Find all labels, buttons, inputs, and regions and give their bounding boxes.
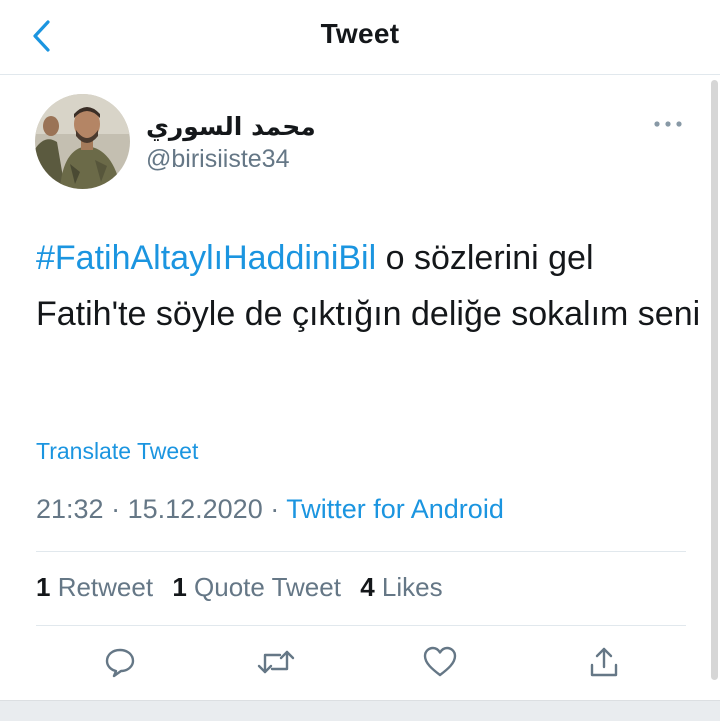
author-handle[interactable]: @birisiiste34 <box>146 145 289 174</box>
scrollbar[interactable] <box>711 80 718 680</box>
avatar[interactable] <box>35 94 130 189</box>
likes-stat[interactable]: 4 Likes <box>360 572 442 602</box>
divider <box>36 551 686 552</box>
likes-count: 4 <box>360 572 375 602</box>
retweet-icon <box>257 650 295 674</box>
reply-button[interactable] <box>96 632 144 692</box>
top-bar: Tweet <box>0 0 720 75</box>
more-options-button[interactable] <box>650 110 686 138</box>
retweets-stat[interactable]: 1 Retweet <box>36 572 153 602</box>
likes-label: Likes <box>374 572 443 602</box>
quotes-label: Quote Tweet <box>186 572 341 602</box>
retweet-button[interactable] <box>252 632 300 692</box>
tweet-source-link[interactable]: Twitter for Android <box>286 494 504 524</box>
share-button[interactable] <box>580 632 628 692</box>
tweet-stats: 1 Retweet 1 Quote Tweet 4 Likes <box>36 572 455 603</box>
bottom-strip <box>0 700 720 721</box>
meta-separator: · <box>103 494 128 524</box>
tweet-date: 15.12.2020 <box>127 494 263 524</box>
tweet-text: #FatihAltaylıHaddiniBil o sözlerini gel … <box>36 230 701 342</box>
retweets-count: 1 <box>36 572 51 602</box>
retweets-label: Retweet <box>50 572 154 602</box>
divider <box>36 625 686 626</box>
quotes-count: 1 <box>172 572 187 602</box>
action-bar <box>0 632 720 700</box>
meta-separator: · <box>262 494 287 524</box>
page-title: Tweet <box>320 18 400 49</box>
tweet-time: 21:32 <box>36 494 104 524</box>
tweet-meta: 21:32 · 15.12.2020 · Twitter for Android <box>36 494 504 525</box>
hashtag-link[interactable]: #FatihAltaylıHaddiniBil <box>36 239 376 277</box>
like-icon <box>423 646 457 677</box>
share-icon <box>590 647 618 677</box>
author-display-name[interactable]: محمد السوري <box>146 112 316 141</box>
like-button[interactable] <box>416 632 464 692</box>
more-icon <box>654 121 682 127</box>
reply-icon <box>105 648 135 678</box>
quotes-stat[interactable]: 1 Quote Tweet <box>172 572 341 602</box>
translate-tweet-link[interactable]: Translate Tweet <box>36 438 198 465</box>
